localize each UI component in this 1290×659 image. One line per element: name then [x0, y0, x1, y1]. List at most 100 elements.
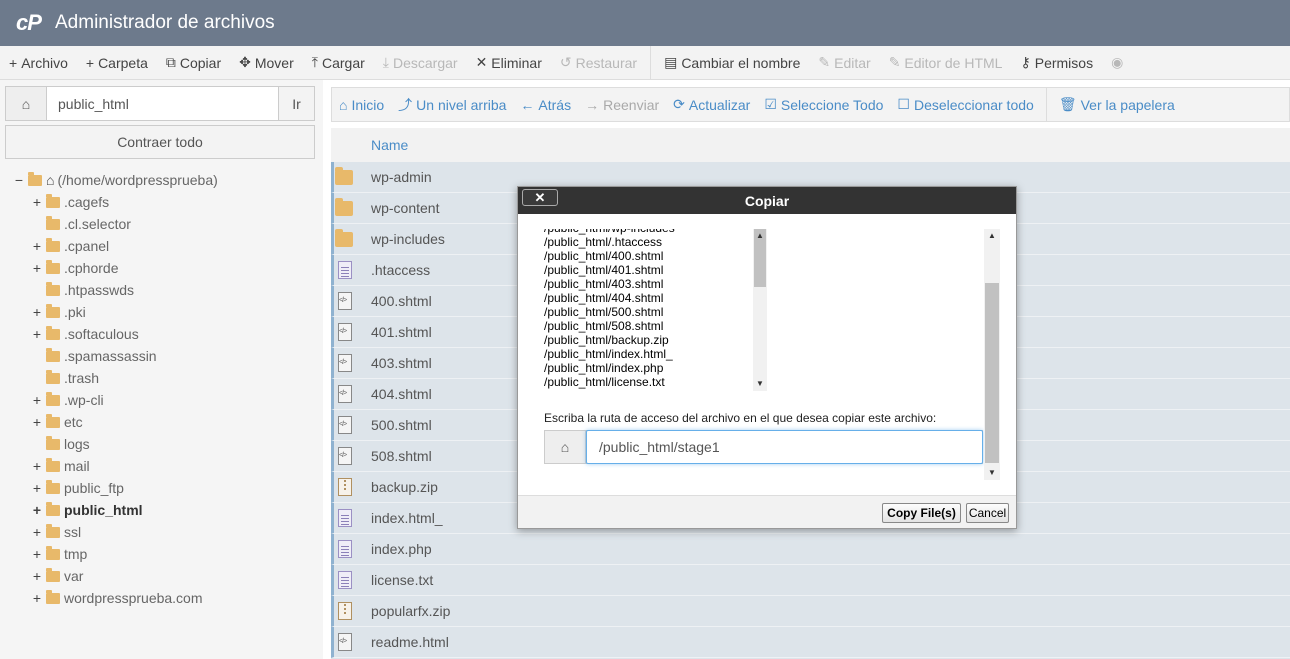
- file-icon: [335, 228, 353, 247]
- folder-icon: [46, 391, 60, 406]
- table-row[interactable]: index.php: [331, 534, 1290, 565]
- cancel-button[interactable]: Cancel: [966, 503, 1009, 523]
- expand-icon[interactable]: +: [31, 326, 43, 342]
- tree-item[interactable]: + var: [31, 565, 83, 587]
- expand-icon[interactable]: +: [31, 524, 43, 540]
- delete-button[interactable]: ✕ Eliminar: [467, 46, 551, 79]
- path-bar: ⌂ Ir: [5, 86, 315, 121]
- go-button[interactable]: Ir: [278, 87, 314, 120]
- tree-item[interactable]: + public_ftp: [31, 477, 124, 499]
- close-icon[interactable]: ✕: [522, 189, 558, 206]
- expand-icon[interactable]: +: [31, 546, 43, 562]
- deselect-all-button[interactable]: ☐ Deseleccionar todo: [890, 88, 1040, 121]
- file-icon: [337, 509, 353, 527]
- file-list-scrollbar[interactable]: ▲ ▼: [753, 229, 767, 391]
- back-button[interactable]: ← Atrás: [513, 88, 578, 121]
- toolbar-label: Reenviar: [603, 96, 660, 113]
- reload-button[interactable]: ⟳ Actualizar: [666, 88, 757, 121]
- view-trash-button[interactable]: 🗑 Ver la papelera: [1052, 88, 1182, 121]
- folder-icon: [46, 523, 60, 538]
- html-editor-button[interactable]: ✎ Editor de HTML: [880, 46, 1012, 79]
- upload-button[interactable]: ⤒ Cargar: [303, 46, 374, 79]
- expand-icon[interactable]: +: [31, 568, 43, 584]
- tree-item[interactable]: .trash: [31, 367, 99, 389]
- download-button[interactable]: ⤓ Descargar: [374, 46, 467, 79]
- tree-item[interactable]: + tmp: [31, 543, 87, 565]
- destination-input[interactable]: [586, 430, 983, 464]
- path-input[interactable]: [47, 87, 278, 120]
- expand-icon[interactable]: +: [31, 590, 43, 606]
- cpanel-logo[interactable]: cP: [16, 10, 48, 36]
- tree-item[interactable]: logs: [31, 433, 90, 455]
- destination-group: ⌂: [544, 430, 983, 464]
- tree-item[interactable]: + .cpanel: [31, 235, 109, 257]
- table-row[interactable]: license.txt: [331, 565, 1290, 596]
- scroll-up-icon[interactable]: ▲: [753, 231, 767, 241]
- expand-icon[interactable]: +: [31, 458, 43, 474]
- html-editor-icon: ✎: [888, 54, 901, 70]
- file-name: index.html_: [371, 510, 443, 526]
- toolbar-separator: [1045, 88, 1047, 121]
- tree-item[interactable]: .spamassassin: [31, 345, 157, 367]
- expand-icon[interactable]: +: [31, 502, 43, 518]
- home-icon[interactable]: ⌂: [6, 87, 47, 120]
- name-column-header[interactable]: Name: [331, 128, 1290, 162]
- new-folder-button[interactable]: + Carpeta: [77, 46, 157, 79]
- expand-icon[interactable]: +: [31, 260, 43, 276]
- tree-item[interactable]: + public_html: [31, 499, 143, 521]
- dialog-scrollbar[interactable]: ▲ ▼: [984, 229, 1000, 480]
- tree-item-label: public_html: [64, 502, 143, 518]
- expand-icon[interactable]: +: [31, 392, 43, 408]
- tree-item[interactable]: + ssl: [31, 521, 81, 543]
- tree-item[interactable]: + .wp-cli: [31, 389, 104, 411]
- edit-button[interactable]: ✎ Editar: [809, 46, 879, 79]
- restore-button[interactable]: ↺ Restaurar: [551, 46, 646, 79]
- expand-icon[interactable]: +: [31, 480, 43, 496]
- scroll-down-icon[interactable]: ▼: [984, 468, 1000, 478]
- new-file-button[interactable]: + Archivo: [0, 46, 77, 79]
- selected-files-list[interactable]: /public_html/wp-includes/public_html/.ht…: [544, 229, 770, 389]
- forward-button[interactable]: → Reenviar: [578, 88, 666, 121]
- scrollbar-thumb[interactable]: [985, 283, 999, 463]
- collapse-icon[interactable]: −: [13, 172, 25, 188]
- view-button[interactable]: ◉: [1102, 46, 1136, 79]
- move-button[interactable]: ✥ Mover: [230, 46, 303, 79]
- list-item: /public_html/license.txt: [544, 375, 665, 389]
- table-row[interactable]: popularfx.zip: [331, 596, 1290, 627]
- rename-button[interactable]: ▤ Cambiar el nombre: [655, 46, 809, 79]
- tree-item[interactable]: .htpasswds: [31, 279, 134, 301]
- text-file-icon: [338, 509, 352, 527]
- tree-item[interactable]: + .cphorde: [31, 257, 118, 279]
- app-title: Administrador de archivos: [55, 12, 275, 33]
- tree-item[interactable]: + .cagefs: [31, 191, 109, 213]
- copy-button[interactable]: ⧉ Copiar: [157, 46, 230, 79]
- tree-item-label: mail: [64, 458, 90, 474]
- tree-item[interactable]: + .softaculous: [31, 323, 139, 345]
- expand-icon[interactable]: +: [31, 304, 43, 320]
- up-one-level-button[interactable]: ⤴ Un nivel arriba: [391, 88, 513, 121]
- file-name: 508.shtml: [371, 448, 432, 464]
- expand-icon[interactable]: +: [31, 194, 43, 210]
- permissions-button[interactable]: ⚷ Permisos: [1011, 46, 1102, 79]
- tree-item[interactable]: + wordpressprueba.com: [31, 587, 203, 609]
- tree-item[interactable]: .cl.selector: [31, 213, 131, 235]
- tree-item[interactable]: − ⌂ (/home/wordpressprueba): [13, 169, 218, 191]
- expand-icon[interactable]: +: [31, 238, 43, 254]
- collapse-all-button[interactable]: Contraer todo: [5, 125, 315, 159]
- home-button[interactable]: ⌂ Inicio: [332, 88, 391, 121]
- select-all-button[interactable]: ☑ Seleccione Todo: [757, 88, 890, 121]
- code-file-icon: [338, 354, 352, 372]
- tree-item[interactable]: + mail: [31, 455, 90, 477]
- dialog-footer: Copy File(s) Cancel: [518, 495, 1016, 528]
- tree-item[interactable]: + etc: [31, 411, 83, 433]
- copy-files-button[interactable]: Copy File(s): [882, 503, 961, 523]
- expand-icon[interactable]: +: [31, 414, 43, 430]
- tree-item-label: .spamassassin: [64, 348, 157, 364]
- scroll-down-icon[interactable]: ▼: [753, 379, 767, 389]
- folder-icon: [46, 325, 60, 340]
- table-row[interactable]: readme.html: [331, 627, 1290, 658]
- folder-icon: [46, 281, 60, 296]
- tree-item[interactable]: + .pki: [31, 301, 86, 323]
- back-icon: ←: [520, 96, 535, 113]
- scroll-up-icon[interactable]: ▲: [984, 231, 1000, 241]
